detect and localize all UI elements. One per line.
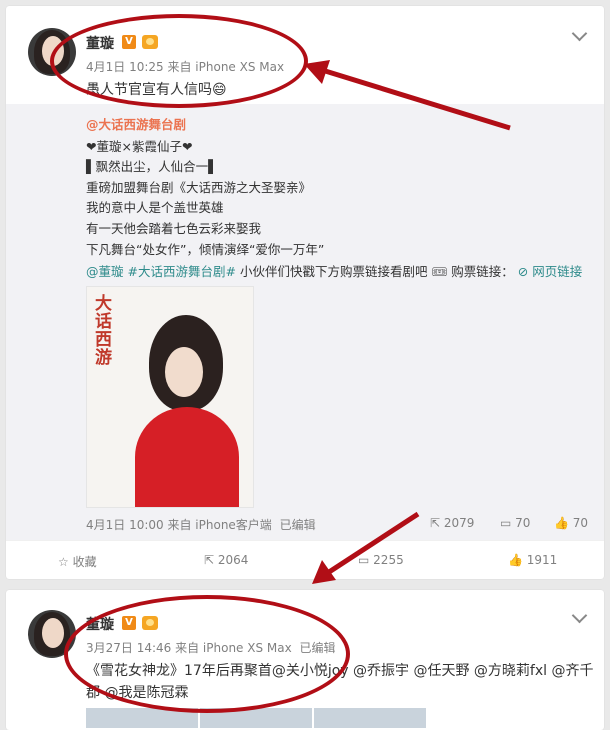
annotation-arrow	[324, 511, 420, 577]
annotation-arrow	[321, 67, 511, 131]
annotation-arrows	[304, 60, 511, 584]
